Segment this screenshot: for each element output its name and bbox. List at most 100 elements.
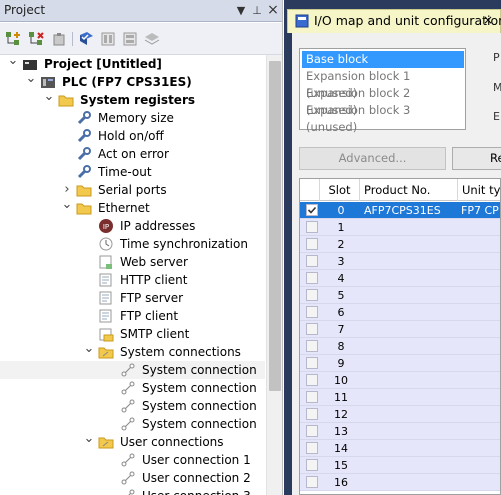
project-pane: Project ▼ ⊥ × ⌄ Project [Untitled] ⌄ PLC (F… — [0, 0, 283, 495]
row-checkbox[interactable] — [306, 374, 318, 386]
collapse-chevron-icon[interactable]: ⌄ — [43, 90, 55, 109]
block-item-expansion-2[interactable]: Expansion block 2 (unused) — [302, 85, 464, 117]
row-checkbox[interactable] — [306, 408, 318, 420]
collapse-chevron-icon[interactable]: ⌄ — [25, 72, 37, 91]
tree-scrollbar[interactable] — [266, 55, 282, 495]
re-button[interactable]: Re — [452, 147, 501, 170]
tab-close-icon[interactable]: × — [483, 13, 493, 27]
collapse-chevron-icon[interactable]: ⌄ — [61, 198, 73, 217]
tree-item[interactable]: SMTP client — [0, 325, 265, 343]
pane-close-icon[interactable]: × — [265, 2, 281, 19]
tree-item[interactable]: FTP client — [0, 307, 265, 325]
table-row[interactable]: 1 — [300, 219, 500, 236]
table-row[interactable]: 3 — [300, 253, 500, 270]
table-row[interactable]: 0 AFP7CPS31ES FP7 CP — [300, 202, 500, 219]
table-row[interactable]: 13 — [300, 423, 500, 440]
tree-item[interactable]: Memory size — [0, 109, 265, 127]
layer-icon[interactable] — [143, 31, 161, 47]
library-icon[interactable] — [99, 31, 117, 47]
row-checkbox[interactable] — [306, 255, 318, 267]
tree-item[interactable]: Hold on/off — [0, 127, 265, 145]
io-map-tab-title: I/O map and unit configuration — [314, 13, 501, 28]
row-checkbox[interactable] — [306, 238, 318, 250]
tree-item[interactable]: Act on error — [0, 145, 265, 163]
pane-pin-icon[interactable]: ⊥ — [249, 2, 265, 19]
library-2-icon[interactable] — [121, 31, 139, 47]
collapse-chevron-icon[interactable]: ⌄ — [7, 55, 19, 73]
block-item-expansion-1[interactable]: Expansion block 1 (unused) — [302, 68, 464, 100]
properties-icon[interactable] — [50, 31, 68, 47]
row-checkbox[interactable] — [306, 442, 318, 454]
collapse-chevron-icon[interactable]: ⌄ — [83, 432, 95, 451]
block-item-expansion-3[interactable]: Expansion block 3 (unused) — [302, 102, 464, 134]
table-row[interactable]: 2 — [300, 236, 500, 253]
row-checkbox[interactable] — [306, 289, 318, 301]
tree-item[interactable]: System connection — [0, 379, 265, 397]
tree-item[interactable]: HTTP client — [0, 271, 265, 289]
table-row[interactable]: 5 — [300, 287, 500, 304]
table-row[interactable]: 12 — [300, 406, 500, 423]
tree-item[interactable]: User connection 2 — [0, 469, 265, 487]
table-row[interactable]: 15 — [300, 457, 500, 474]
row-checkbox[interactable] — [306, 306, 318, 318]
product-cell[interactable]: AFP7CPS31ES — [360, 202, 456, 219]
tree-item[interactable]: User connection 3 — [0, 487, 265, 495]
table-row[interactable]: 7 — [300, 321, 500, 338]
tree-item[interactable]: User connection 1 — [0, 451, 265, 469]
tree-item[interactable]: Time-out — [0, 163, 265, 181]
tree-item[interactable]: Time synchronization — [0, 235, 265, 253]
tree-item[interactable]: FTP server — [0, 289, 265, 307]
tab-io-map[interactable]: I/O map and unit configuration × — [287, 9, 501, 33]
row-checkbox[interactable] — [306, 357, 318, 369]
tree-item[interactable]: Web server — [0, 253, 265, 271]
tree-item[interactable]: › Serial ports — [0, 181, 265, 199]
tree-item[interactable]: System connection — [0, 361, 265, 379]
document-icon — [98, 308, 114, 324]
table-row[interactable]: 8 — [300, 338, 500, 355]
table-row[interactable]: 9 — [300, 355, 500, 372]
remove-tree-icon[interactable] — [27, 31, 45, 47]
block-item-base[interactable]: Base block — [302, 51, 464, 68]
advanced-button[interactable]: Advanced... — [299, 147, 446, 170]
checkbook-icon[interactable] — [77, 31, 95, 47]
slot-cell: 5 — [337, 289, 345, 302]
row-checkbox[interactable] — [306, 221, 318, 233]
pane-menu-dropdown-icon[interactable]: ▼ — [233, 2, 249, 19]
row-checkbox[interactable] — [306, 425, 318, 437]
tree-scrollbar-thumb[interactable] — [269, 61, 281, 391]
mail-icon — [98, 326, 114, 342]
table-row[interactable]: 16 — [300, 474, 500, 491]
tree-item-label: Time-out — [98, 165, 152, 179]
row-checkbox[interactable] — [306, 476, 318, 488]
tree-item[interactable]: ⌄ PLC (FP7 CPS31ES) — [0, 72, 265, 91]
tree-item[interactable]: ⌄ Ethernet — [0, 198, 265, 217]
table-row[interactable]: 11 — [300, 389, 500, 406]
row-checkbox[interactable] — [306, 391, 318, 403]
svg-text:IP: IP — [103, 223, 109, 231]
tree-item[interactable]: System connection — [0, 397, 265, 415]
collapse-chevron-icon[interactable]: ⌄ — [83, 342, 95, 361]
table-row[interactable]: 4 — [300, 270, 500, 287]
tree-item[interactable]: ⌄ System registers — [0, 90, 265, 109]
row-checkbox[interactable] — [306, 340, 318, 352]
add-tree-icon[interactable] — [4, 31, 22, 47]
tree-item[interactable]: ⌄ System connections — [0, 342, 265, 361]
row-checkbox[interactable] — [306, 459, 318, 471]
tree-item[interactable]: ⌄ User connections — [0, 432, 265, 451]
grid-header-slot[interactable]: Slot — [320, 179, 360, 201]
table-row[interactable]: 14 — [300, 440, 500, 457]
row-checkbox[interactable] — [306, 323, 318, 335]
slot-cell: 8 — [337, 340, 345, 353]
tree-item[interactable]: ⌄ Project [Untitled] — [0, 55, 265, 73]
block-list[interactable]: Base block Expansion block 1 (unused) Ex… — [299, 48, 466, 134]
grid-header-unit-type[interactable]: Unit ty — [458, 179, 500, 201]
row-checkbox[interactable] — [306, 272, 318, 284]
tree-item[interactable]: IP IP addresses — [0, 217, 265, 235]
table-row[interactable]: 6 — [300, 304, 500, 321]
tree-item[interactable]: System connection — [0, 415, 265, 433]
wrench-icon — [76, 164, 92, 180]
table-row[interactable]: 10 — [300, 372, 500, 389]
row-checkbox[interactable] — [306, 204, 318, 216]
grid-header-product[interactable]: Product No. — [360, 179, 458, 201]
web-icon — [98, 254, 114, 270]
